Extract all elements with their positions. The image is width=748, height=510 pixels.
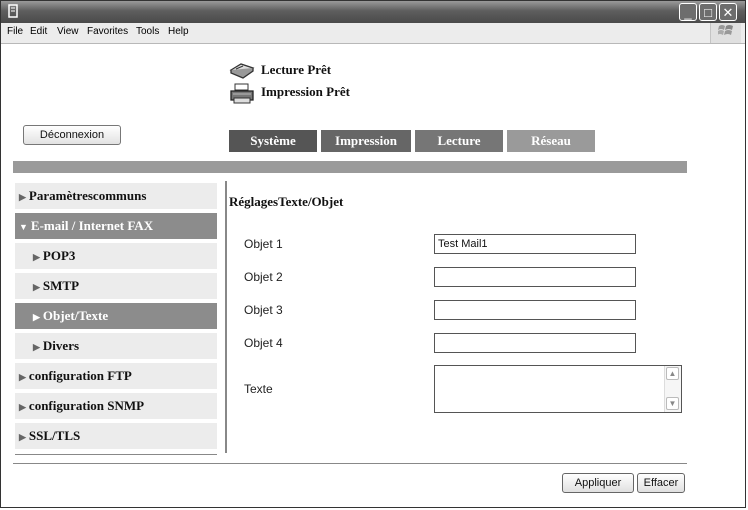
- sidebar-bottom-divider: [15, 454, 217, 455]
- tab-reseau[interactable]: Réseau: [507, 130, 595, 152]
- sidebar-item-label: Objet/Texte: [42, 308, 109, 323]
- arrow-right-icon: ▶: [33, 342, 40, 352]
- sidebar-item-configuration-snmp[interactable]: ▶ configuration SNMP: [15, 393, 217, 419]
- objet-2-label: Objet 2: [244, 270, 283, 284]
- scroll-up-icon[interactable]: ▲: [666, 367, 679, 380]
- scanner-icon: [229, 61, 255, 79]
- texte-label: Texte: [244, 382, 273, 396]
- objet-3-label: Objet 3: [244, 303, 283, 317]
- minimize-button[interactable]: _: [679, 3, 697, 21]
- menu-help[interactable]: Help: [168, 26, 189, 37]
- arrow-right-icon: ▶: [19, 372, 26, 382]
- menu-bar: File Edit View Favorites Tools Help: [1, 23, 745, 44]
- arrow-right-icon: ▶: [19, 402, 26, 412]
- print-status-text: Impression Prêt: [261, 84, 350, 99]
- scroll-down-icon[interactable]: ▼: [666, 397, 679, 410]
- sidebar-item-smtp[interactable]: ▶ SMTP: [15, 273, 217, 299]
- logout-button[interactable]: Déconnexion: [23, 125, 121, 145]
- textarea-scrollbar[interactable]: ▲ ▼: [664, 366, 681, 412]
- sidebar-item-pop3[interactable]: ▶ POP3: [15, 243, 217, 269]
- sidebar-item-ssl-tls[interactable]: ▶ SSL/TLS: [15, 423, 217, 449]
- tab-systeme[interactable]: Système: [229, 130, 317, 152]
- scan-status-text: Lecture Prêt: [261, 62, 332, 77]
- sidebar-item-label: POP3: [42, 248, 76, 263]
- objet-2-input[interactable]: [434, 267, 636, 287]
- sidebar-item-email-internet-fax[interactable]: ▼ E-mail / Internet FAX: [15, 213, 217, 239]
- browser-app-icon: [7, 4, 21, 18]
- arrow-right-icon: ▶: [33, 312, 40, 322]
- sidebar-item-objet-texte[interactable]: ▶ Objet/Texte: [15, 303, 217, 329]
- section-title: RéglagesTexte/Objet: [229, 194, 344, 209]
- sidebar-item-label: Paramètrescommuns: [28, 188, 147, 203]
- objet-1-label: Objet 1: [244, 237, 283, 251]
- clear-button[interactable]: Effacer: [637, 473, 685, 493]
- menu-file[interactable]: File: [7, 26, 23, 37]
- objet-1-input[interactable]: [434, 234, 636, 254]
- vertical-divider: [225, 181, 227, 453]
- footer-divider: [13, 463, 687, 464]
- objet-3-input[interactable]: [434, 300, 636, 320]
- sidebar-item-label: configuration FTP: [28, 368, 132, 383]
- menu-view[interactable]: View: [57, 26, 79, 37]
- tab-lecture[interactable]: Lecture: [415, 130, 503, 152]
- close-button[interactable]: ✕: [719, 3, 737, 21]
- header-band: [13, 161, 687, 173]
- menu-tools[interactable]: Tools: [136, 26, 159, 37]
- arrow-down-icon: ▼: [19, 222, 28, 232]
- objet-4-input[interactable]: [434, 333, 636, 353]
- maximize-button[interactable]: □: [699, 3, 717, 21]
- sidebar-item-label: Divers: [42, 338, 80, 353]
- browser-window: _ □ ✕ File Edit View Favorites Tools Hel…: [0, 0, 746, 508]
- sidebar-item-parametres-communs[interactable]: ▶ Paramètrescommuns: [15, 183, 217, 209]
- arrow-right-icon: ▶: [33, 252, 40, 262]
- menu-edit[interactable]: Edit: [30, 26, 47, 37]
- menu-favorites[interactable]: Favorites: [87, 26, 128, 37]
- sidebar-item-divers[interactable]: ▶ Divers: [15, 333, 217, 359]
- arrow-right-icon: ▶: [19, 192, 26, 202]
- sidebar-item-label: configuration SNMP: [28, 398, 145, 413]
- apply-button[interactable]: Appliquer: [562, 473, 634, 493]
- sidebar-item-label: SSL/TLS: [28, 428, 81, 443]
- sidebar-item-label: E-mail / Internet FAX: [30, 218, 154, 233]
- sidebar-item-configuration-ftp[interactable]: ▶ configuration FTP: [15, 363, 217, 389]
- objet-4-label: Objet 4: [244, 336, 283, 350]
- arrow-right-icon: ▶: [19, 432, 26, 442]
- tab-impression[interactable]: Impression: [321, 130, 411, 152]
- title-bar: _ □ ✕: [1, 1, 745, 23]
- windows-logo-icon: [710, 23, 741, 43]
- printer-icon: [229, 83, 254, 104]
- sidebar-item-label: SMTP: [42, 278, 80, 293]
- texte-textarea[interactable]: ▲ ▼: [434, 365, 682, 413]
- arrow-right-icon: ▶: [33, 282, 40, 292]
